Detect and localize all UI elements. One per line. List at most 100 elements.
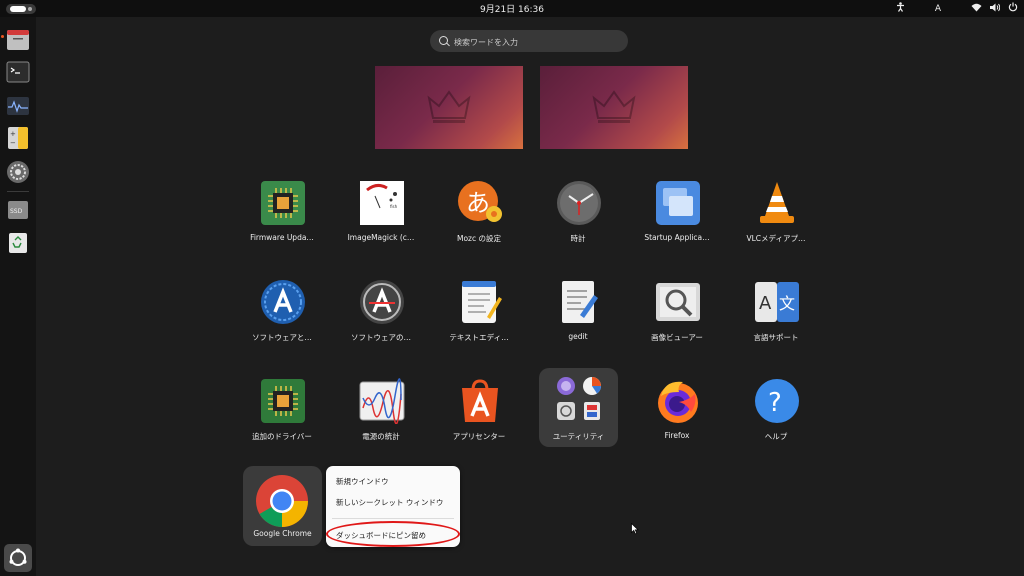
- menu-separator: [332, 518, 454, 519]
- app-additional-drivers[interactable]: 追加のドライバー: [232, 378, 332, 458]
- dock-calculator[interactable]: + −: [5, 125, 31, 151]
- calculator-icon: +−: [8, 127, 28, 149]
- show-apps-icon: [4, 544, 32, 572]
- app-label: Google Chrome: [253, 529, 312, 538]
- app-label: ユーティリティ: [552, 432, 605, 441]
- gedit-icon: [562, 281, 598, 323]
- firefox-icon: [658, 381, 698, 423]
- dock-system-monitor[interactable]: [5, 93, 31, 119]
- dock-disk[interactable]: SSD: [5, 197, 31, 223]
- svg-text:?: ?: [768, 388, 782, 418]
- app-label: Firefox: [664, 431, 690, 440]
- app-help[interactable]: ? ヘルプ: [726, 378, 826, 458]
- dock: + − SSD: [0, 17, 36, 576]
- app-label: テキストエディ…: [449, 333, 509, 342]
- network-icon[interactable]: [971, 3, 982, 15]
- dock-settings[interactable]: [5, 159, 31, 185]
- app-startup-applications[interactable]: Startup Applica…: [627, 180, 727, 260]
- power-icon[interactable]: [1008, 2, 1018, 15]
- accessibility-icon[interactable]: [896, 2, 905, 15]
- menu-item-new-window[interactable]: 新規ウインドウ: [336, 476, 389, 487]
- input-method-indicator[interactable]: A: [935, 4, 941, 14]
- disk-icon: SSD: [8, 201, 28, 219]
- app-label: Mozc の設定: [456, 234, 501, 243]
- system-tray[interactable]: A: [896, 1, 1018, 16]
- app-label: Firmware Upda…: [250, 233, 314, 242]
- clock[interactable]: 9月21日 16:36: [0, 2, 1024, 15]
- app-label: 言語サポート: [753, 333, 799, 342]
- dock-trash[interactable]: [5, 230, 31, 256]
- vlc-cone-icon: [760, 182, 794, 223]
- search-icon: [439, 36, 448, 45]
- workspace-thumbnail-1[interactable]: [375, 66, 523, 149]
- app-power-statistics[interactable]: 電源の統計: [331, 378, 431, 458]
- mouse-pointer-icon: [631, 520, 639, 539]
- trash-icon: [9, 233, 27, 253]
- app-label: ソフトウェアと…: [252, 333, 312, 342]
- text-editor-icon: [462, 281, 502, 323]
- menu-item-new-incognito-window[interactable]: 新しいシークレット ウィンドウ: [336, 497, 443, 508]
- svg-text:−: −: [10, 139, 16, 147]
- firmware-chip-icon: [261, 181, 305, 225]
- volume-icon[interactable]: [990, 3, 1001, 15]
- app-label: ソフトウェアの…: [351, 333, 411, 342]
- app-google-chrome[interactable]: Google Chrome: [243, 466, 322, 546]
- app-language-support[interactable]: A文 言語サポート: [726, 279, 826, 359]
- app-firmware-updater[interactable]: Firmware Upda…: [232, 180, 332, 260]
- highlight-annotation: [326, 521, 460, 547]
- app-label: 追加のドライバー: [252, 432, 312, 441]
- mozc-icon: あ: [458, 181, 502, 222]
- image-viewer-icon: [656, 283, 700, 321]
- app-imagemagick[interactable]: fish ImageMagick (c…: [331, 180, 431, 260]
- software-updater-icon: [360, 280, 404, 324]
- app-label: ImageMagick (c…: [347, 233, 415, 242]
- app-label: 電源の統計: [362, 432, 400, 441]
- svg-text:SSD: SSD: [10, 208, 23, 215]
- svg-text:文: 文: [779, 294, 795, 313]
- svg-text:A: A: [759, 293, 772, 314]
- power-statistics-icon: [359, 378, 405, 424]
- app-software-updates[interactable]: ソフトウェアと…: [232, 279, 332, 359]
- dock-terminal[interactable]: [5, 59, 31, 85]
- app-label: VLCメディアプ…: [746, 234, 806, 243]
- app-mozc-settings[interactable]: あ Mozc の設定: [429, 180, 529, 260]
- app-gedit[interactable]: gedit: [528, 279, 628, 359]
- app-app-center[interactable]: アプリセンター: [429, 378, 529, 458]
- workspace-thumbnail-2[interactable]: [540, 66, 688, 149]
- dock-separator: [7, 191, 29, 192]
- app-center-icon: [462, 379, 498, 422]
- app-label: gedit: [568, 332, 588, 341]
- chrome-icon: [256, 475, 308, 527]
- show-apps-button[interactable]: [4, 544, 32, 572]
- utilities-folder-icon: [557, 377, 601, 420]
- language-support-icon: A文: [755, 282, 799, 322]
- app-firefox[interactable]: Firefox: [627, 378, 727, 458]
- system-monitor-icon: [7, 97, 29, 115]
- app-vlc[interactable]: VLCメディアプ…: [726, 180, 826, 260]
- app-label: アプリセンター: [452, 432, 506, 441]
- help-icon: ?: [755, 379, 799, 423]
- app-label: 時計: [570, 234, 586, 243]
- search-bar[interactable]: [430, 30, 628, 52]
- app-clocks[interactable]: 時計: [528, 180, 628, 260]
- additional-drivers-icon: [261, 379, 305, 423]
- dock-text-editor[interactable]: [5, 27, 31, 53]
- app-software-updater[interactable]: ソフトウェアの…: [331, 279, 431, 359]
- utilities-folder[interactable]: ユーティリティ: [539, 368, 618, 447]
- software-updates-icon: [261, 280, 305, 324]
- startup-apps-icon: [656, 181, 700, 225]
- app-image-viewer[interactable]: 画像ビューアー: [627, 279, 727, 359]
- app-text-editor[interactable]: テキストエディ…: [429, 279, 529, 359]
- text-editor-icon: [7, 30, 29, 50]
- search-input[interactable]: [452, 33, 626, 51]
- running-indicator: [1, 35, 4, 38]
- clock-icon: [557, 181, 601, 225]
- imagemagick-icon: fish: [360, 181, 404, 225]
- app-label: Startup Applica…: [644, 233, 710, 242]
- app-label: ヘルプ: [764, 432, 788, 441]
- app-label: 画像ビューアー: [651, 333, 703, 342]
- svg-text:+: +: [10, 130, 16, 138]
- settings-icon: [7, 161, 29, 183]
- top-bar: 9月21日 16:36 A: [0, 0, 1024, 17]
- svg-text:fish: fish: [390, 204, 398, 209]
